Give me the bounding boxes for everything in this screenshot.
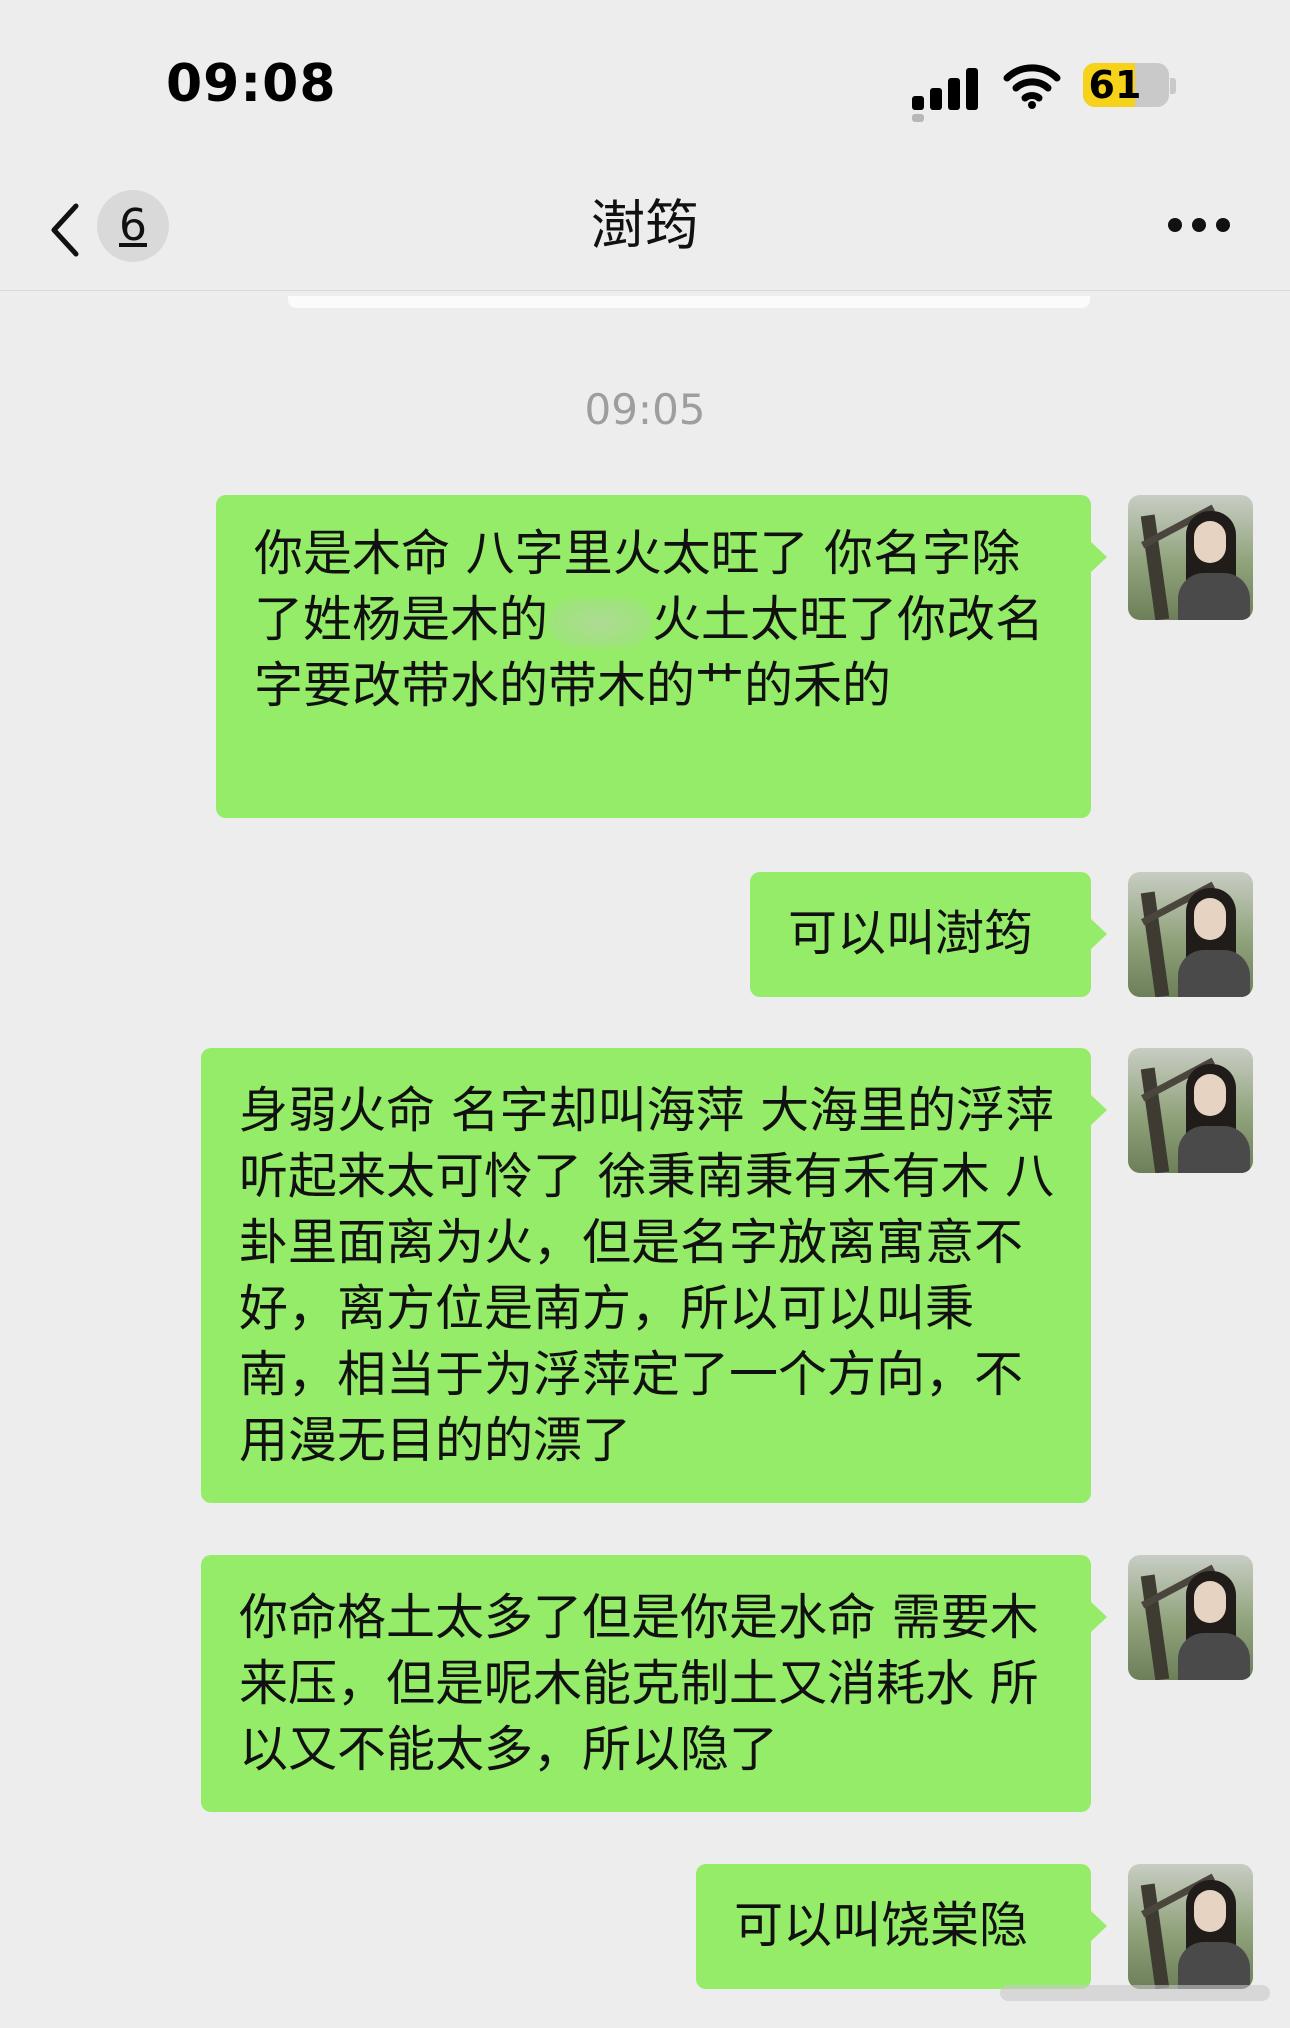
message-timestamp: 09:05 xyxy=(584,385,706,434)
avatar[interactable] xyxy=(1128,495,1253,620)
pinned-strip xyxy=(288,296,1090,308)
message-text: 身弱火命 名字却叫海萍 大海里的浮萍 听起来太可怜了 徐秉南秉有禾有木 八卦里面… xyxy=(239,1082,1055,1469)
message-bubble[interactable]: 身弱火命 名字却叫海萍 大海里的浮萍 听起来太可怜了 徐秉南秉有禾有木 八卦里面… xyxy=(201,1048,1107,1503)
wifi-icon xyxy=(1003,60,1061,110)
more-dots-icon[interactable] xyxy=(1168,218,1232,234)
status-time: 09:08 xyxy=(166,54,337,114)
avatar[interactable] xyxy=(1128,1048,1253,1173)
battery-icon: 61 xyxy=(1083,63,1169,107)
signal-icon xyxy=(912,64,992,122)
message-text: 可以叫饶棠隐 xyxy=(734,1897,1029,1954)
message-text: 可以叫澍筠 xyxy=(788,905,1034,962)
battery-tip xyxy=(1170,78,1176,94)
message-bubble[interactable]: 可以叫饶棠隐 xyxy=(696,1864,1107,1989)
avatar[interactable] xyxy=(1128,1555,1253,1680)
message-bubble[interactable]: 你是木命 八字里火太旺了 你名字除了姓杨是木的 火土太旺了你改名字要改带水的带木的… xyxy=(216,495,1107,818)
avatar[interactable] xyxy=(1128,872,1253,997)
message-bubble[interactable]: 你命格土太多了但是你是水命 需要木来压，但是呢木能克制土又消耗水 所以又不能太多… xyxy=(201,1555,1107,1812)
watermark-strip xyxy=(1000,1985,1270,2001)
chat-title: 澍筠 xyxy=(591,194,699,257)
battery-percent: 61 xyxy=(1088,63,1142,107)
redacted-blur xyxy=(548,597,653,648)
message-text: 你命格土太多了但是你是水命 需要木来压，但是呢木能克制土又消耗水 所以又不能太多… xyxy=(239,1589,1039,1778)
chat-header: 6 澍筠 xyxy=(0,160,1290,291)
avatar[interactable] xyxy=(1128,1864,1253,1989)
status-bar: 09:08 61 xyxy=(0,0,1290,160)
message-bubble[interactable]: 可以叫澍筠 xyxy=(750,872,1107,997)
